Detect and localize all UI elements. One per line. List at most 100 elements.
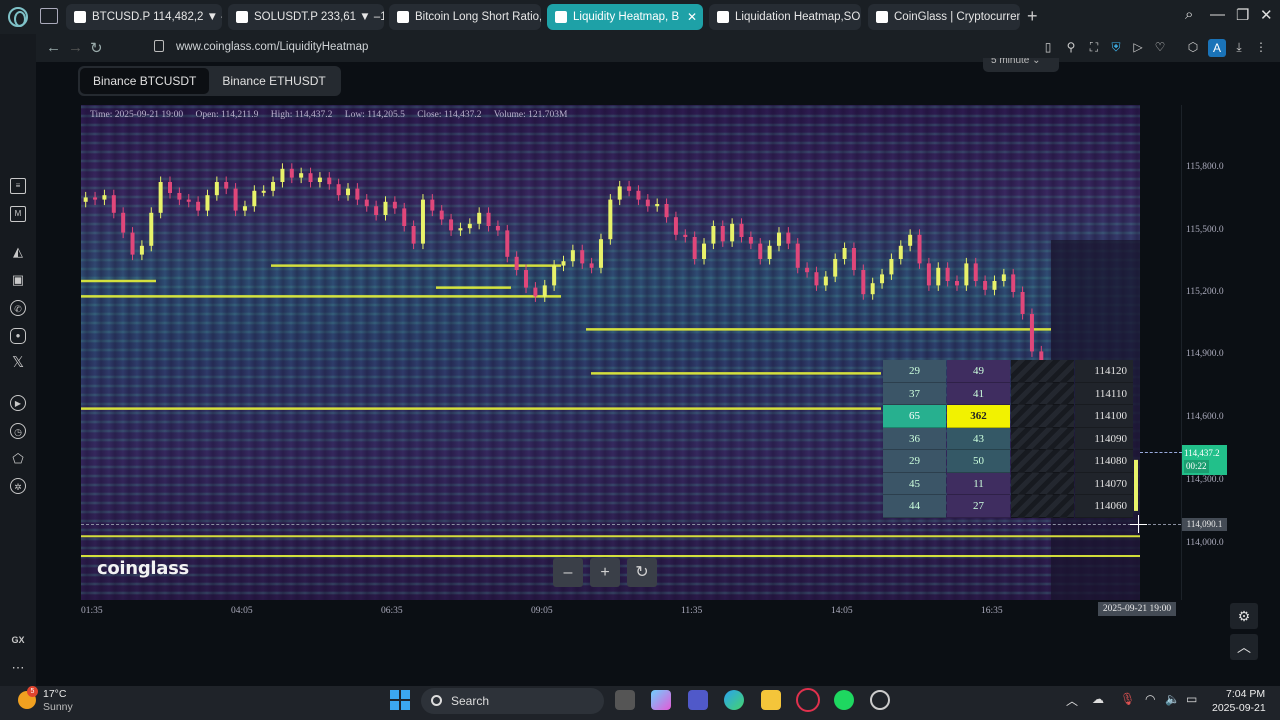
browser-titlebar: BTCUSD.P 114,482,2 ▼ – SOLUSDT.P 233,61 …	[0, 0, 1280, 34]
url-field[interactable]: www.coinglass.com/LiquidityHeatmap	[176, 41, 368, 53]
coinglass-logo: coinglass	[97, 558, 189, 579]
history-icon[interactable]: ◷	[10, 423, 26, 439]
tab-liquidation-heatmap[interactable]: Liquidation Heatmap,SOL	[709, 4, 861, 30]
microphone-icon[interactable]: 🎙	[1120, 692, 1135, 706]
tab-coinglass[interactable]: CoinGlass | Cryptocurrenc	[868, 4, 1020, 30]
tab-binance-btcusdt[interactable]: Binance BTCUSDT	[80, 68, 210, 94]
sidebar-item-m-icon[interactable]: M	[10, 206, 26, 222]
taskbar-time[interactable]: 7:04 PM	[1226, 688, 1265, 700]
tray-overflow-icon[interactable]: ︿	[1066, 692, 1078, 709]
gx-corner-icon[interactable]: GX	[10, 632, 26, 648]
order-book-row[interactable]: 29 50 114080	[883, 450, 1133, 473]
edge-icon[interactable]	[724, 690, 744, 710]
minimize-icon[interactable]: —	[1210, 6, 1225, 23]
sidebar-item-notes-icon[interactable]: ≡	[10, 178, 26, 194]
instagram-icon[interactable]: ●	[10, 328, 26, 344]
wifi-icon[interactable]: ◠	[1145, 692, 1155, 706]
ob-hatch	[1011, 450, 1074, 473]
reload-icon[interactable]: ↻	[90, 39, 103, 57]
settings-icon[interactable]: ✲	[10, 478, 26, 494]
opera-gx-icon[interactable]	[796, 688, 820, 712]
tradingview-icon	[236, 11, 248, 23]
ob-hatch	[1011, 405, 1074, 428]
chart-settings-icon[interactable]: ⚙	[1230, 603, 1258, 629]
order-book-row[interactable]: 29 49 114120	[883, 360, 1133, 383]
task-view-icon[interactable]	[615, 690, 635, 710]
screenshot-icon[interactable]: ⛶	[1087, 40, 1101, 54]
candle-body	[1020, 292, 1025, 314]
menu-icon[interactable]: ⋮	[1254, 40, 1268, 54]
tab-btcusd[interactable]: BTCUSD.P 114,482,2 ▼ –	[66, 4, 222, 30]
chatgpt-icon[interactable]	[870, 690, 890, 710]
volume-icon[interactable]: 🔈	[1165, 692, 1180, 706]
tab-liquidity-heatmap[interactable]: Liquidity Heatmap, B ✕	[547, 4, 703, 30]
close-window-icon[interactable]: ✕	[1260, 6, 1273, 24]
order-book-row[interactable]: 36 43 114090	[883, 427, 1133, 450]
teams-icon[interactable]	[688, 690, 708, 710]
order-book-row[interactable]: 45 11 114070	[883, 472, 1133, 495]
scroll-top-icon[interactable]: ︿	[1230, 634, 1258, 660]
taskbar-date[interactable]: 2025-09-21	[1212, 702, 1266, 714]
restore-icon[interactable]: ❐	[1236, 6, 1249, 24]
forward-icon[interactable]: →	[68, 39, 83, 56]
y-tick-label: 115,200.0	[1186, 287, 1224, 297]
weather-condition[interactable]: Sunny	[43, 701, 73, 713]
tray-cloud-icon[interactable]: ☁	[1092, 692, 1104, 706]
weather-temp[interactable]: 17°C	[43, 688, 66, 700]
copilot-icon[interactable]	[651, 690, 671, 710]
new-tab-icon[interactable]: +	[1027, 6, 1038, 27]
whatsapp-icon[interactable]: ✆	[10, 300, 26, 316]
zoom-in-button[interactable]: +	[590, 558, 620, 587]
order-book-row[interactable]: 44 27 114060	[883, 495, 1133, 518]
send-icon[interactable]: ▷	[1131, 40, 1145, 54]
windows-start-icon[interactable]	[390, 690, 410, 710]
candle-body	[748, 237, 753, 244]
address-bar: ← → ↻ www.coinglass.com/LiquidityHeatmap…	[36, 34, 1280, 62]
extensions-icon[interactable]: ⬡	[1186, 40, 1200, 54]
sidebar-item-messenger-icon[interactable]: ◭	[10, 244, 26, 260]
spotify-icon[interactable]	[834, 690, 854, 710]
candle-body	[589, 263, 594, 268]
file-explorer-icon[interactable]	[761, 690, 781, 710]
lock-icon[interactable]	[154, 40, 164, 52]
close-tab-icon[interactable]: ✕	[687, 4, 697, 30]
more-icon[interactable]: ⋯	[10, 660, 26, 676]
coinglass-icon	[717, 11, 729, 23]
twitch-icon[interactable]: ▣	[10, 272, 26, 288]
candle-body	[608, 199, 613, 240]
liquidity-heatmap[interactable]	[81, 105, 1140, 600]
shield-icon[interactable]: ⛨	[1109, 40, 1123, 54]
pin-icon[interactable]: ⚲	[1064, 40, 1078, 54]
extensions-sidebar-icon[interactable]: ⬠	[10, 451, 26, 467]
x-twitter-icon[interactable]: 𝕏	[10, 355, 26, 371]
tab-solusdt[interactable]: SOLUSDT.P 233,61 ▼ –1	[228, 4, 384, 30]
candle-body	[289, 168, 294, 178]
download-icon[interactable]: ⤓	[1232, 40, 1246, 54]
interval-select[interactable]: 5 minute ⌄	[983, 58, 1059, 72]
browser-logo-icon[interactable]	[8, 7, 28, 27]
candle-body	[767, 245, 772, 259]
battery-icon[interactable]: ▭	[1186, 692, 1197, 706]
candle-body	[908, 234, 913, 246]
profile-avatar[interactable]: A	[1208, 39, 1226, 57]
candle-body	[823, 276, 828, 286]
current-price-tag: 114,437.2 00:22	[1182, 445, 1227, 475]
split-view-icon[interactable]: ▯	[1041, 40, 1055, 54]
candle-body	[336, 184, 341, 196]
reset-zoom-button[interactable]: ↻	[627, 558, 657, 587]
back-icon[interactable]: ←	[46, 39, 61, 56]
taskbar-search[interactable]: Search	[421, 688, 604, 714]
candle-body	[692, 237, 697, 259]
order-book-row[interactable]: 65 362 114100	[883, 405, 1133, 428]
tab-binance-ethusdt[interactable]: Binance ETHUSDT	[209, 68, 338, 94]
tab-actions-icon[interactable]	[40, 8, 58, 24]
search-tabs-icon[interactable]: ⌕	[1185, 6, 1193, 23]
order-book-row[interactable]: 37 41 114110	[883, 382, 1133, 405]
ohlc-high: High: 114,437.2	[270, 110, 333, 120]
candle-body	[317, 177, 322, 182]
player-icon[interactable]: ▶	[10, 395, 26, 411]
heart-icon[interactable]: ♡	[1153, 40, 1167, 54]
candle-body	[814, 272, 819, 286]
zoom-out-button[interactable]: –	[553, 558, 583, 587]
tab-long-short-ratio[interactable]: Bitcoin Long Short Ratio,	[389, 4, 541, 30]
